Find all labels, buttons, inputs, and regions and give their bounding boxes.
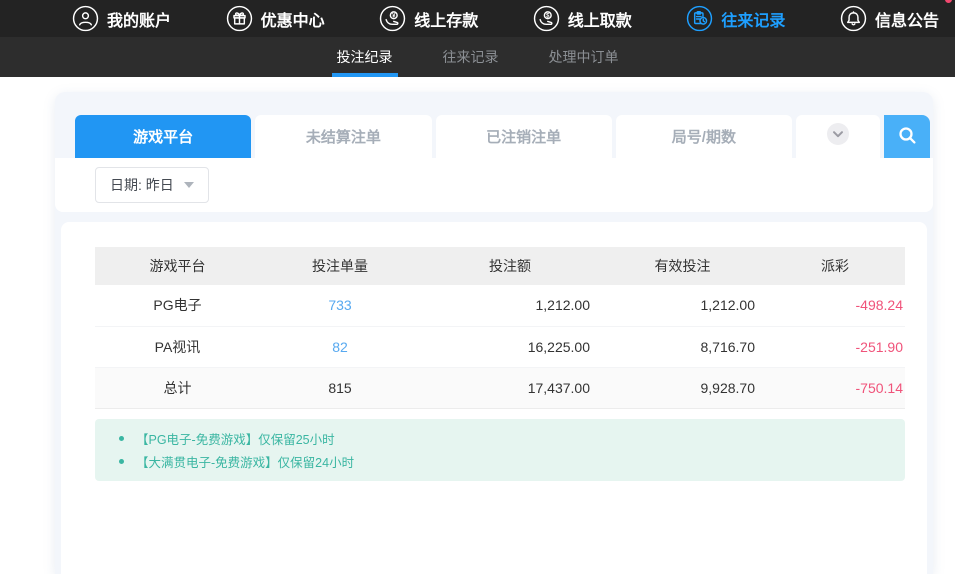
expand-tabs-dropdown[interactable] (796, 115, 880, 158)
cell-platform: PA视讯 (95, 326, 260, 367)
user-icon (72, 5, 99, 32)
nav-label: 信息公告 (875, 7, 939, 31)
table-header-row: 游戏平台 投注单量 投注额 有效投注 派彩 (95, 247, 905, 285)
nav-label: 往来记录 (721, 7, 785, 31)
caret-down-icon (184, 182, 194, 188)
col-header-payout: 派彩 (765, 247, 905, 285)
date-filter-button[interactable]: 日期: 昨日 (95, 167, 209, 203)
col-header-bet-count: 投注单量 (260, 247, 420, 285)
cell-bet-amount: 1,212.00 (420, 285, 600, 326)
bullet-icon (119, 436, 124, 441)
content-card: 游戏平台 未结算注单 已注销注单 局号/期数 日期: 昨日 (55, 92, 933, 574)
gift-icon (226, 5, 253, 32)
tab-round-number[interactable]: 局号/期数 (616, 115, 792, 158)
notification-dot (945, 0, 952, 3)
subnav-tab-transaction-records[interactable]: 往来记录 (438, 37, 504, 77)
bell-icon (840, 5, 867, 32)
filter-tabs-row: 游戏平台 未结算注单 已注销注单 局号/期数 (75, 92, 933, 158)
col-header-valid-bets: 有效投注 (600, 247, 765, 285)
nav-label: 优惠中心 (261, 7, 325, 31)
nav-item-withdraw[interactable]: $ 线上取款 (533, 5, 632, 32)
bullet-icon (119, 459, 124, 464)
results-panel: 游戏平台 投注单量 投注额 有效投注 派彩 PG电子 733 1,212.00 … (61, 222, 927, 574)
cell-bet-amount: 16,225.00 (420, 326, 600, 367)
cell-total-bet: 17,437.00 (420, 367, 600, 408)
records-icon (686, 5, 713, 32)
bet-summary-table: 游戏平台 投注单量 投注额 有效投注 派彩 PG电子 733 1,212.00 … (95, 247, 905, 409)
nav-item-promotions[interactable]: 优惠中心 (226, 5, 325, 32)
chevron-down-icon (827, 123, 849, 150)
nav-item-deposit[interactable]: ¥ 线上存款 (379, 5, 478, 32)
table-row: PG电子 733 1,212.00 1,212.00 -498.24 (95, 285, 905, 326)
tab-game-platform[interactable]: 游戏平台 (75, 115, 251, 158)
cell-payout: -251.90 (765, 326, 905, 367)
nav-item-announcements[interactable]: 信息公告 (840, 5, 939, 32)
nav-item-transaction-records[interactable]: 往来记录 (686, 5, 785, 32)
tab-unsettled-bets[interactable]: 未结算注单 (255, 115, 431, 158)
note-text: 【大满贯电子-免费游戏】仅保留24小时 (136, 452, 354, 471)
subnav-tab-bet-records[interactable]: 投注纪录 (332, 37, 398, 77)
col-header-bet-amount: 投注额 (420, 247, 600, 285)
nav-label: 线上存款 (414, 7, 478, 31)
table-total-row: 总计 815 17,437.00 9,928.70 -750.14 (95, 367, 905, 408)
table-row: PA视讯 82 16,225.00 8,716.70 -251.90 (95, 326, 905, 367)
cell-total-payout: -750.14 (765, 367, 905, 408)
cell-total-valid: 9,928.70 (600, 367, 765, 408)
subnav-label: 投注纪录 (337, 47, 393, 67)
cell-platform: PG电子 (95, 285, 260, 326)
note-text: 【PG电子-免费游戏】仅保留25小时 (136, 429, 335, 448)
nav-label: 我的账户 (107, 7, 171, 31)
note-item: 【大满贯电子-免费游戏】仅保留24小时 (95, 450, 905, 473)
bet-count-link[interactable]: 82 (332, 339, 348, 355)
withdraw-icon: $ (533, 5, 560, 32)
col-header-platform: 游戏平台 (95, 247, 260, 285)
top-navigation: 我的账户 优惠中心 ¥ 线上存款 (0, 0, 955, 37)
subnav-tab-processing-orders[interactable]: 处理中订单 (544, 37, 624, 77)
subnav-label: 处理中订单 (549, 47, 619, 67)
sub-navigation: 投注纪录 往来记录 处理中订单 (0, 37, 955, 77)
subnav-label: 往来记录 (443, 47, 499, 67)
nav-label: 线上取款 (568, 7, 632, 31)
search-icon (896, 124, 919, 150)
filter-bar: 日期: 昨日 (55, 158, 933, 212)
search-button[interactable] (884, 115, 930, 158)
date-filter-label: 日期: 昨日 (110, 175, 174, 195)
cell-valid-bets: 1,212.00 (600, 285, 765, 326)
cell-total-label: 总计 (95, 367, 260, 408)
note-item: 【PG电子-免费游戏】仅保留25小时 (95, 427, 905, 450)
nav-item-my-account[interactable]: 我的账户 (72, 5, 171, 32)
cell-payout: -498.24 (765, 285, 905, 326)
cell-total-count: 815 (260, 367, 420, 408)
bet-count-link[interactable]: 733 (328, 297, 351, 313)
notes-panel: 【PG电子-免费游戏】仅保留25小时 【大满贯电子-免费游戏】仅保留24小时 (95, 419, 905, 481)
tab-cancelled-bets[interactable]: 已注销注单 (436, 115, 612, 158)
deposit-icon: ¥ (379, 5, 406, 32)
cell-valid-bets: 8,716.70 (600, 326, 765, 367)
